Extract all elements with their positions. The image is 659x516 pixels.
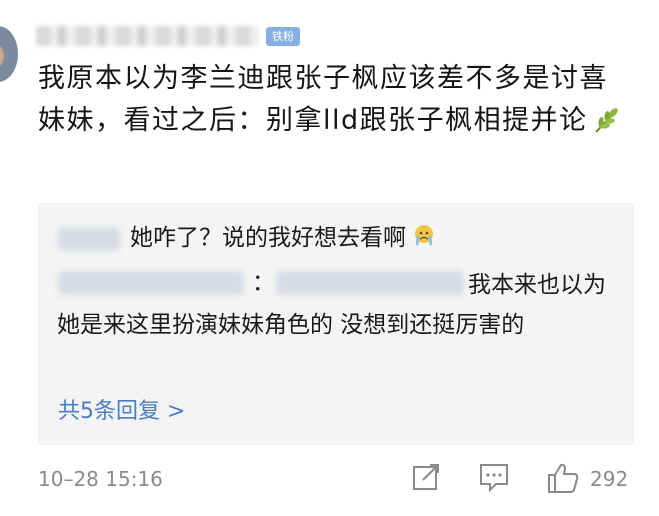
- reply1: 她咋了？说的我好想去看啊: [130, 220, 435, 259]
- crying-face-icon: [413, 223, 435, 259]
- avatar[interactable]: [0, 26, 18, 82]
- comment-icon: [480, 464, 508, 493]
- fan-badge: 铁粉: [266, 27, 300, 46]
- share-icon: [413, 464, 439, 490]
- timestamp: 10–28 15:16: [38, 467, 163, 491]
- like-count: 292: [590, 467, 629, 491]
- reply-box[interactable]: 她咋了？说的我好想去看啊 ： 我本来也以为她是来这里扮演妹妹角色的 没想到还挺厉…: [38, 203, 634, 445]
- comment-text: 我原本以为李兰迪跟张子枫应该差不多是讨喜妹妹，看过之后：别拿lld跟张子枫相提并…: [38, 63, 608, 136]
- leaf-icon: [592, 105, 622, 148]
- more-replies-link[interactable]: 共5条回复 >: [58, 393, 185, 425]
- reply2-text: 我本来也以为她是来这里扮演妹妹角色的 没想到还挺厉害的: [57, 272, 606, 338]
- comment-body: 我原本以为李兰迪跟张子枫应该差不多是讨喜妹妹，看过之后：别拿lld跟张子枫相提并…: [38, 58, 634, 148]
- thumbs-up-icon: [548, 463, 579, 493]
- share-button[interactable]: [411, 462, 441, 496]
- username-blurred[interactable]: [36, 26, 258, 46]
- like-button[interactable]: [546, 462, 580, 498]
- reply1-username-blurred[interactable]: [58, 227, 120, 251]
- comment-button[interactable]: [478, 462, 510, 496]
- reply1-text: 她咋了？说的我好想去看啊: [130, 225, 406, 251]
